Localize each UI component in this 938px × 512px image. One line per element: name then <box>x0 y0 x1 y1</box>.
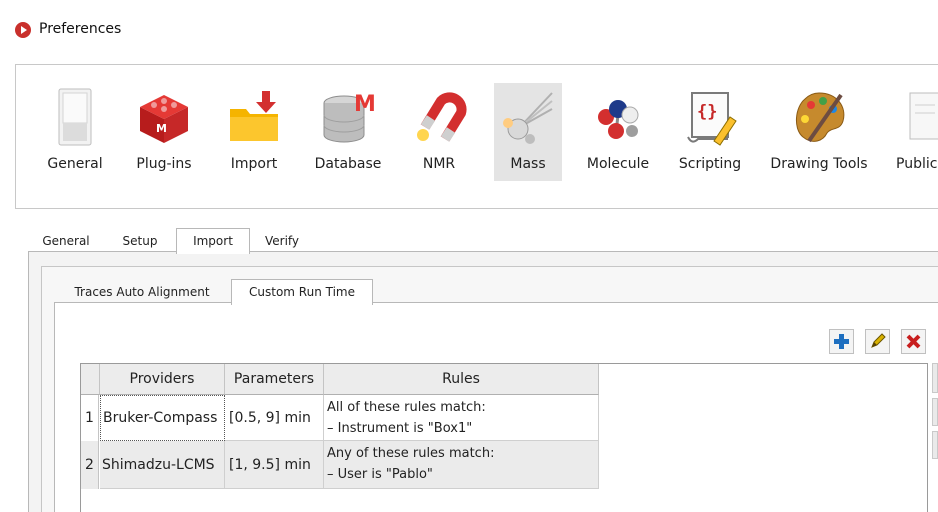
delete-icon <box>906 334 921 349</box>
tab-verify[interactable]: Verify <box>252 229 312 253</box>
magnet-icon <box>417 92 467 142</box>
table-cell-parameters[interactable]: [1, 9.5] min <box>225 441 324 489</box>
rule-condition: – Instrument is "Box1" <box>327 421 473 436</box>
toolbar-label: Molecule <box>586 156 650 172</box>
table-cell-rules[interactable]: Any of these rules match: – User is "Pab… <box>324 441 599 489</box>
column-header-providers[interactable]: Providers <box>100 364 225 395</box>
toolbar-label: Scripting <box>678 156 742 172</box>
toolbar-label: Database <box>314 156 382 172</box>
toolbar-item-drawing-tools[interactable]: Drawing Tools <box>766 83 872 181</box>
tab-setup[interactable]: Setup <box>106 229 174 253</box>
table-cell-rules[interactable]: All of these rules match: – Instrument i… <box>324 395 599 441</box>
toolbar-item-nmr[interactable]: NMR <box>406 83 472 181</box>
table-cell-parameters[interactable]: [0.5, 9] min <box>225 395 324 441</box>
toolbar-item-general[interactable]: General <box>40 83 110 181</box>
toolbar-label: NMR <box>422 156 456 172</box>
add-rule-button[interactable] <box>829 329 854 354</box>
switch-icon <box>58 88 92 146</box>
document-icon <box>909 92 938 140</box>
toolbar-label: Public <box>896 156 938 172</box>
toolbar-item-scripting[interactable]: {} Scripting <box>672 83 748 181</box>
molecule-icon <box>598 100 639 139</box>
toolbar-label: Drawing Tools <box>770 156 868 172</box>
side-panel-edge <box>932 398 938 426</box>
import-folder-icon <box>230 91 278 141</box>
side-panel-edge <box>932 363 938 393</box>
toolbar-item-mass[interactable]: Mass <box>494 83 562 181</box>
table-cell-provider[interactable]: Bruker-Compass <box>100 395 225 441</box>
tab-traces-auto-alignment[interactable]: Traces Auto Alignment <box>56 280 228 304</box>
toolbar-label: Mass <box>510 156 546 172</box>
side-panel-edge <box>932 431 938 459</box>
rule-summary: All of these rules match: <box>327 400 486 415</box>
row-number: 1 <box>81 395 99 441</box>
tab-general[interactable]: General <box>30 229 102 253</box>
edit-rule-button[interactable] <box>865 329 890 354</box>
rule-summary: Any of these rules match: <box>327 446 495 461</box>
edit-pencil-icon <box>871 333 886 348</box>
plugin-cube-icon: M <box>140 95 188 143</box>
table-cell-provider[interactable]: Shimadzu-LCMS <box>100 441 225 489</box>
column-header-rules[interactable]: Rules <box>324 364 599 395</box>
toolbar-item-public[interactable]: Public <box>892 83 938 181</box>
rule-condition: – User is "Pablo" <box>327 467 433 482</box>
row-number: 2 <box>81 441 99 489</box>
toolbar-item-molecule[interactable]: Molecule <box>582 83 654 181</box>
toolbar-item-import[interactable]: Import <box>216 83 292 181</box>
database-icon: M <box>323 92 376 143</box>
column-header-parameters[interactable]: Parameters <box>225 364 324 395</box>
row-number-header <box>81 364 100 395</box>
tab-custom-run-time[interactable]: Custom Run Time <box>231 279 373 305</box>
add-icon <box>834 334 849 349</box>
delete-rule-button[interactable] <box>901 329 926 354</box>
mass-spec-icon <box>503 92 553 144</box>
window-title: Preferences <box>39 21 122 37</box>
toolbar-item-database[interactable]: M Database <box>308 83 388 181</box>
preferences-category-toolbar: General M Plug-ins Import M Database NMR… <box>15 64 938 209</box>
toolbar-item-plug-ins[interactable]: M Plug-ins <box>128 83 200 181</box>
toolbar-label: Import <box>230 156 278 172</box>
toolbar-label: General <box>47 156 103 172</box>
toolbar-label: Plug-ins <box>136 156 192 172</box>
svg-text:{}: {} <box>697 102 717 122</box>
svg-text:M: M <box>156 122 167 135</box>
app-logo-icon <box>15 22 31 38</box>
svg-text:M: M <box>354 92 376 117</box>
palette-icon <box>796 92 845 143</box>
script-scroll-icon: {} <box>687 92 737 146</box>
title-bar: Preferences <box>0 0 938 58</box>
custom-run-time-table: Providers Parameters Rules 1 Bruker-Comp… <box>80 363 928 512</box>
tab-import[interactable]: Import <box>176 228 250 254</box>
